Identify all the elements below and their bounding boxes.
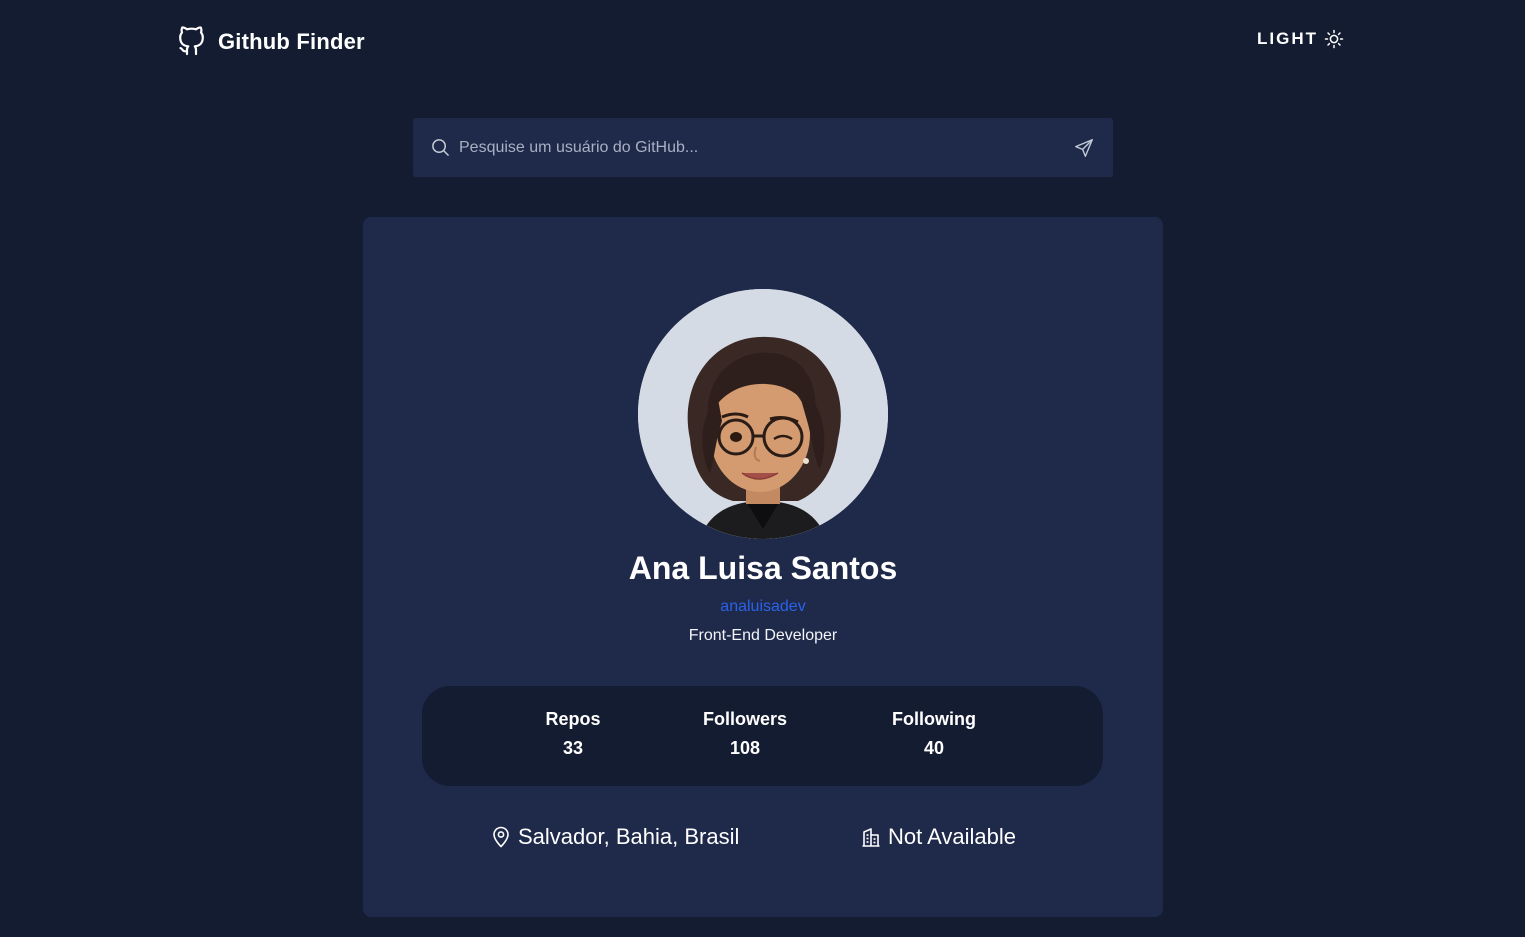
sun-icon xyxy=(1324,29,1344,49)
company-text: Not Available xyxy=(888,824,1017,849)
github-cat-icon xyxy=(179,26,204,56)
stat-label: Followers xyxy=(702,709,787,729)
stat-value: 33 xyxy=(562,738,584,758)
profile-login-link[interactable]: analuisadev xyxy=(363,598,1163,616)
stat-repos: Repos 33 xyxy=(493,709,653,759)
brand[interactable]: Github Finder xyxy=(176,26,365,58)
profile-company: Not Available xyxy=(861,824,1016,850)
stat-value: 40 xyxy=(923,738,945,758)
stat-label: Following xyxy=(892,709,976,729)
send-icon[interactable] xyxy=(1073,137,1095,159)
stat-followers: Followers 108 xyxy=(665,709,825,759)
avatar xyxy=(638,289,888,539)
stat-following: Following 40 xyxy=(854,709,1014,759)
map-pin-icon xyxy=(493,826,509,848)
theme-toggle-label: LIGHT xyxy=(1257,29,1318,48)
profile-bio: Front-End Developer xyxy=(688,627,838,644)
profile-card: Ana Luisa Santos analuisadev Front-End D… xyxy=(363,217,1163,917)
stat-label: Repos xyxy=(545,709,601,729)
app-root: Github Finder LIGHT Pesquise um usuário … xyxy=(0,0,1525,937)
location-text: Salvador, Bahia, Brasil xyxy=(518,824,740,849)
search-icon xyxy=(432,139,449,156)
search-input[interactable] xyxy=(459,118,1073,177)
search-bar xyxy=(413,118,1113,177)
profile-name: Ana Luisa Santos xyxy=(628,550,898,586)
brand-title: Github Finder xyxy=(218,29,365,54)
theme-toggle-button[interactable]: LIGHT xyxy=(1257,29,1344,49)
building-icon xyxy=(862,828,880,847)
stat-value: 108 xyxy=(729,738,761,758)
profile-location: Salvador, Bahia, Brasil xyxy=(491,824,739,850)
stats-panel: Repos 33 Followers 108 Following 40 xyxy=(422,686,1103,786)
avatar-illustration xyxy=(638,289,888,539)
